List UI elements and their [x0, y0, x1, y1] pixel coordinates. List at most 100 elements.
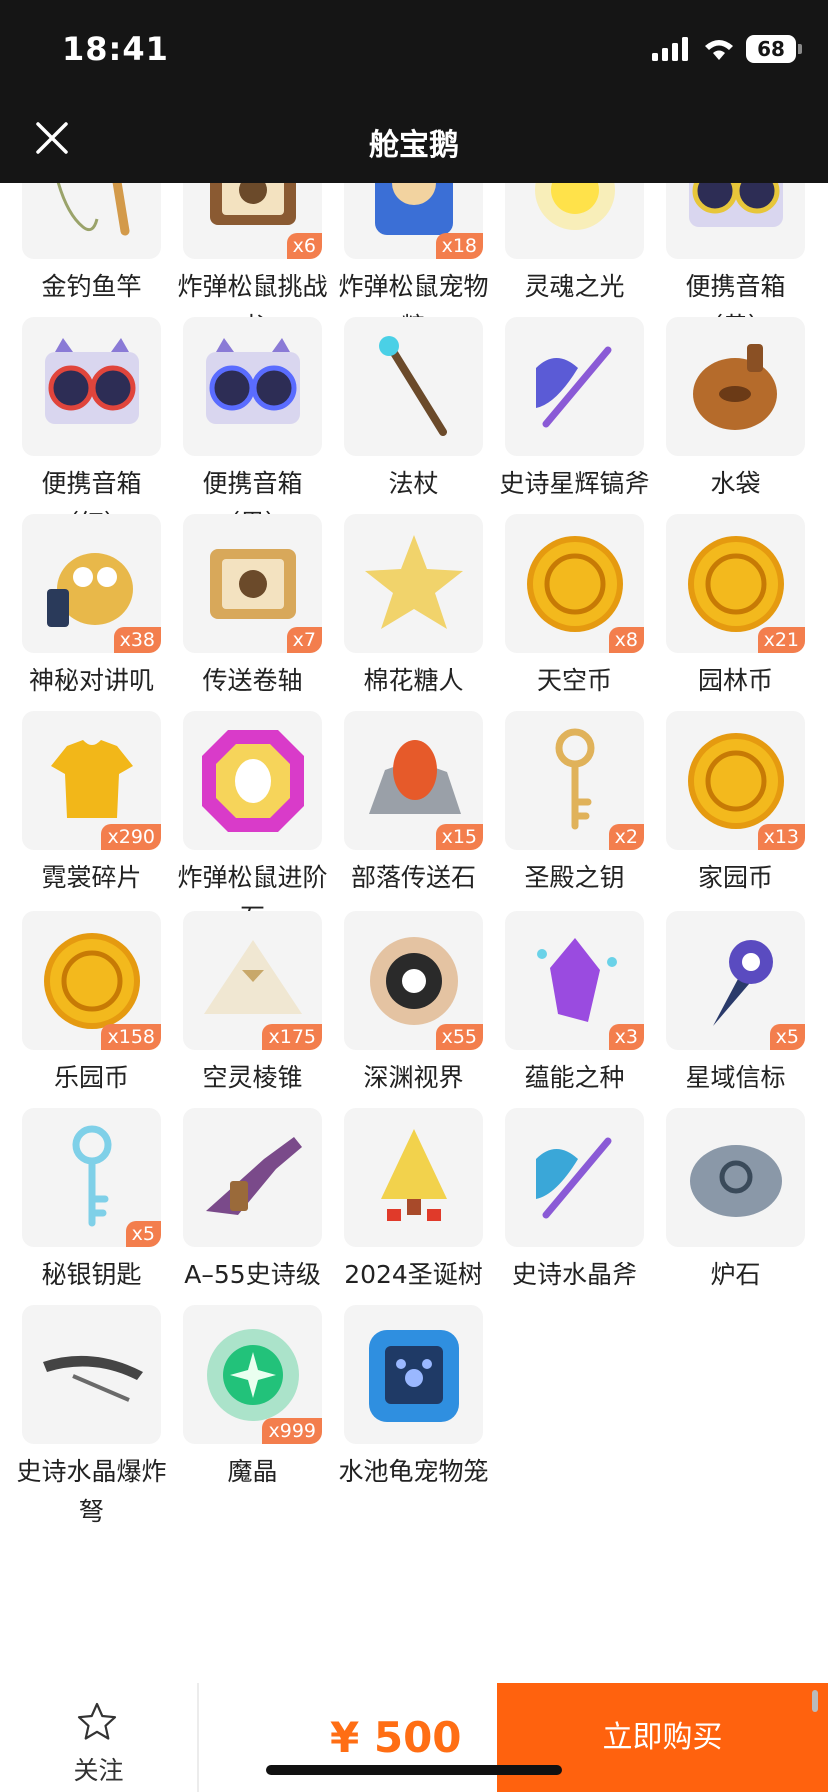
pyramid-icon: [203, 939, 302, 1014]
star-icon: [364, 534, 463, 629]
item-label: 魔晶: [227, 1457, 278, 1486]
battery-icon: 68: [746, 35, 802, 63]
item-thumbnail: x175: [183, 911, 322, 1050]
item-thumbnail: x158: [22, 911, 161, 1050]
grid-item[interactable]: 金钓鱼竿: [11, 183, 172, 307]
item-thumbnail: x38: [22, 514, 161, 653]
count-badge: x55: [435, 1024, 483, 1050]
item-thumbnail: [666, 317, 805, 456]
grid-item[interactable]: x2 圣殿之钥: [494, 711, 655, 898]
gem-icon: [201, 729, 304, 832]
item-label: 家园币: [697, 863, 773, 892]
page-title: 舱宝鹅: [369, 128, 459, 163]
speaker-icon: [688, 183, 783, 227]
item-thumbnail: [344, 1108, 483, 1247]
grid-item[interactable]: 2024圣诞树: [333, 1108, 494, 1295]
count-badge: x8: [608, 627, 644, 653]
item-label: 2024圣诞树: [344, 1260, 483, 1289]
count-badge: x18: [435, 233, 483, 259]
item-label: 神秘对讲叽: [28, 666, 154, 695]
grid-item[interactable]: 炉石: [655, 1108, 816, 1295]
grid-item[interactable]: x13 家园币: [655, 711, 816, 898]
grid-item[interactable]: 炸弹松鼠进阶石: [172, 711, 333, 938]
signal-icon: [652, 37, 688, 61]
item-thumbnail: [505, 183, 644, 259]
grid-item[interactable]: x55 深渊视界: [333, 911, 494, 1098]
grid-item[interactable]: 棉花糖人: [333, 514, 494, 701]
grid-item[interactable]: x999 魔晶: [172, 1305, 333, 1492]
grid-item[interactable]: 便携音箱（红）: [11, 317, 172, 544]
item-label: 灵魂之光: [524, 272, 625, 301]
item-label: 金钓鱼竿: [41, 272, 142, 301]
item-thumbnail: [183, 1108, 322, 1247]
grid-item[interactable]: 便携音箱（黑）: [172, 317, 333, 544]
grid-item[interactable]: 法杖: [333, 317, 494, 504]
item-label: 天空币: [536, 666, 612, 695]
count-badge: x3: [608, 1024, 644, 1050]
speaker-icon: [44, 337, 139, 424]
item-label: 水袋: [710, 469, 761, 498]
wifi-icon: [705, 40, 733, 60]
grid-item[interactable]: x290 霓裳碎片: [11, 711, 172, 898]
scroll-icon: [209, 548, 296, 619]
count-badge: x2: [608, 824, 644, 850]
tree-icon: [380, 1128, 447, 1221]
count-badge: x158: [101, 1024, 161, 1050]
grid-item[interactable]: x21 园林币: [655, 514, 816, 701]
count-badge: x13: [757, 824, 805, 850]
gun-icon: [205, 1136, 302, 1215]
count-badge: x5: [125, 1221, 161, 1247]
grid-item[interactable]: x5 秘银钥匙: [11, 1108, 172, 1295]
grid-item[interactable]: 史诗星辉镐斧: [494, 317, 655, 504]
item-thumbnail: x2: [505, 711, 644, 850]
price: ¥ 500: [330, 1713, 462, 1762]
item-label: 乐园币: [53, 1063, 129, 1092]
grid-item[interactable]: x38 神秘对讲叽: [11, 514, 172, 701]
count-badge: x38: [113, 627, 161, 653]
grid-item[interactable]: x175 空灵棱锥: [172, 911, 333, 1098]
grid-item[interactable]: x3 蕴能之种: [494, 911, 655, 1098]
item-thumbnail: x5: [666, 911, 805, 1050]
grid-item[interactable]: x8 天空币: [494, 514, 655, 701]
rod-icon: [56, 183, 129, 235]
key-icon: [72, 1125, 111, 1226]
beacon-icon: [712, 939, 773, 1026]
item-thumbnail: [505, 317, 644, 456]
coin-icon: [526, 535, 623, 632]
item-thumbnail: [22, 317, 161, 456]
item-label: 法杖: [388, 469, 439, 498]
scrollbar: [812, 1690, 818, 1712]
status-indicators: 68: [652, 34, 802, 64]
follow-button[interactable]: 关注: [0, 1683, 197, 1792]
item-thumbnail: x3: [505, 911, 644, 1050]
item-label: 空灵棱锥: [202, 1063, 303, 1092]
item-label: 圣殿之钥: [524, 863, 625, 892]
item-label: 传送卷轴: [202, 666, 303, 695]
grid-item[interactable]: x15 部落传送石: [333, 711, 494, 898]
item-thumbnail: x7: [183, 514, 322, 653]
home-indicator: [266, 1765, 562, 1775]
item-label: 棉花糖人: [363, 666, 464, 695]
count-badge: x6: [286, 233, 322, 259]
grid-item[interactable]: 水袋: [655, 317, 816, 504]
flask-icon: [692, 343, 777, 430]
shirt-icon: [50, 739, 133, 818]
item-label: 炉石: [710, 1260, 761, 1289]
grid-item[interactable]: x5 星域信标: [655, 911, 816, 1098]
buy-now-button[interactable]: 立即购买: [497, 1683, 828, 1792]
grid-item[interactable]: 水池龟宠物笼: [333, 1305, 494, 1492]
axe-icon: [535, 1137, 611, 1218]
item-label: A–55史诗级: [184, 1260, 321, 1289]
grid-item[interactable]: 灵魂之光: [494, 183, 655, 307]
crystal-icon: [536, 937, 617, 1022]
item-grid-scroll[interactable]: 金钓鱼竿x6炸弹松鼠挑战书x18炸弹松鼠宠物粮灵魂之光便携音箱（黄）便携音箱（红…: [0, 183, 828, 1683]
grid-item[interactable]: 史诗水晶斧: [494, 1108, 655, 1295]
sun-icon: [369, 936, 458, 1025]
grid-item[interactable]: x158 乐园币: [11, 911, 172, 1098]
grid-item[interactable]: x7 传送卷轴: [172, 514, 333, 701]
grid-item[interactable]: 史诗水晶爆炸弩: [11, 1305, 172, 1532]
bow-icon: [42, 1355, 143, 1402]
status-time: 18:41: [62, 30, 169, 68]
grid-item[interactable]: A–55史诗级: [172, 1108, 333, 1295]
item-thumbnail: [344, 317, 483, 456]
